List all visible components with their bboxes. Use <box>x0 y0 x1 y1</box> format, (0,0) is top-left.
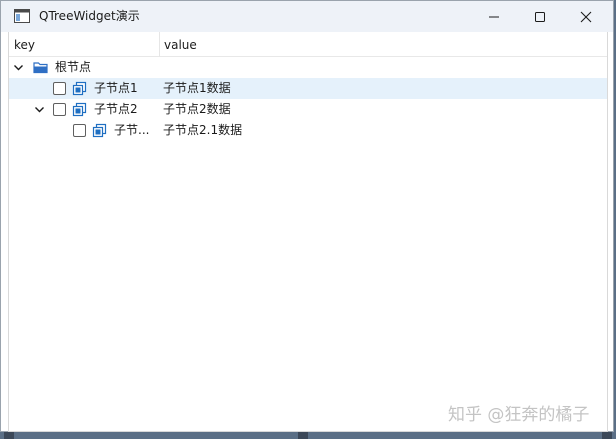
minimize-button[interactable] <box>471 1 517 32</box>
maximize-icon <box>535 12 545 22</box>
item-checkbox[interactable] <box>53 82 66 95</box>
tree-widget[interactable]: key value 根节点 子节点1 子节点1数据 子节点2 子节点2数据 子节… <box>8 32 608 432</box>
folder-icon <box>33 62 48 74</box>
column-header-key[interactable]: key <box>14 38 35 52</box>
maximize-button[interactable] <box>517 1 563 32</box>
app-window-icon <box>14 9 30 23</box>
item-checkbox[interactable] <box>53 103 66 116</box>
tree-item-key: 子节... <box>114 123 150 137</box>
tree-row-child-1[interactable]: 子节点1 子节点1数据 <box>9 78 607 99</box>
tree-row-child-2-1[interactable]: 子节... 子节点2.1数据 <box>9 120 607 141</box>
desktop-edge <box>298 432 308 439</box>
tree-item-key: 根节点 <box>55 60 92 74</box>
main-window: QTreeWidget演示 key value 根节点 子节点1 子节点1数据 … <box>0 0 614 432</box>
node-icon <box>72 81 87 96</box>
minimize-icon <box>489 16 499 18</box>
tree-item-value: 子节点2.1数据 <box>163 123 243 137</box>
desktop-edge <box>602 432 612 439</box>
tree-item-value: 子节点2数据 <box>163 102 231 116</box>
node-icon <box>72 102 87 117</box>
desktop-edge <box>4 432 14 439</box>
close-icon <box>580 11 592 23</box>
column-header-value[interactable]: value <box>164 38 197 52</box>
window-title: QTreeWidget演示 <box>39 9 140 23</box>
title-bar[interactable]: QTreeWidget演示 <box>1 1 613 32</box>
tree-header: key value <box>9 32 607 57</box>
chevron-down-icon[interactable] <box>13 62 24 73</box>
tree-item-key: 子节点1 <box>94 81 138 95</box>
item-checkbox[interactable] <box>73 124 86 137</box>
node-icon <box>92 123 107 138</box>
tree-row-child-2[interactable]: 子节点2 子节点2数据 <box>9 99 607 120</box>
chevron-down-icon[interactable] <box>34 104 45 115</box>
tree-row-root[interactable]: 根节点 <box>9 57 607 78</box>
tree-item-value: 子节点1数据 <box>163 81 231 95</box>
watermark-text: 知乎 @狂奔的橘子 <box>448 405 590 425</box>
column-separator[interactable] <box>159 32 160 57</box>
tree-item-key: 子节点2 <box>94 102 138 116</box>
close-button[interactable] <box>563 1 609 32</box>
